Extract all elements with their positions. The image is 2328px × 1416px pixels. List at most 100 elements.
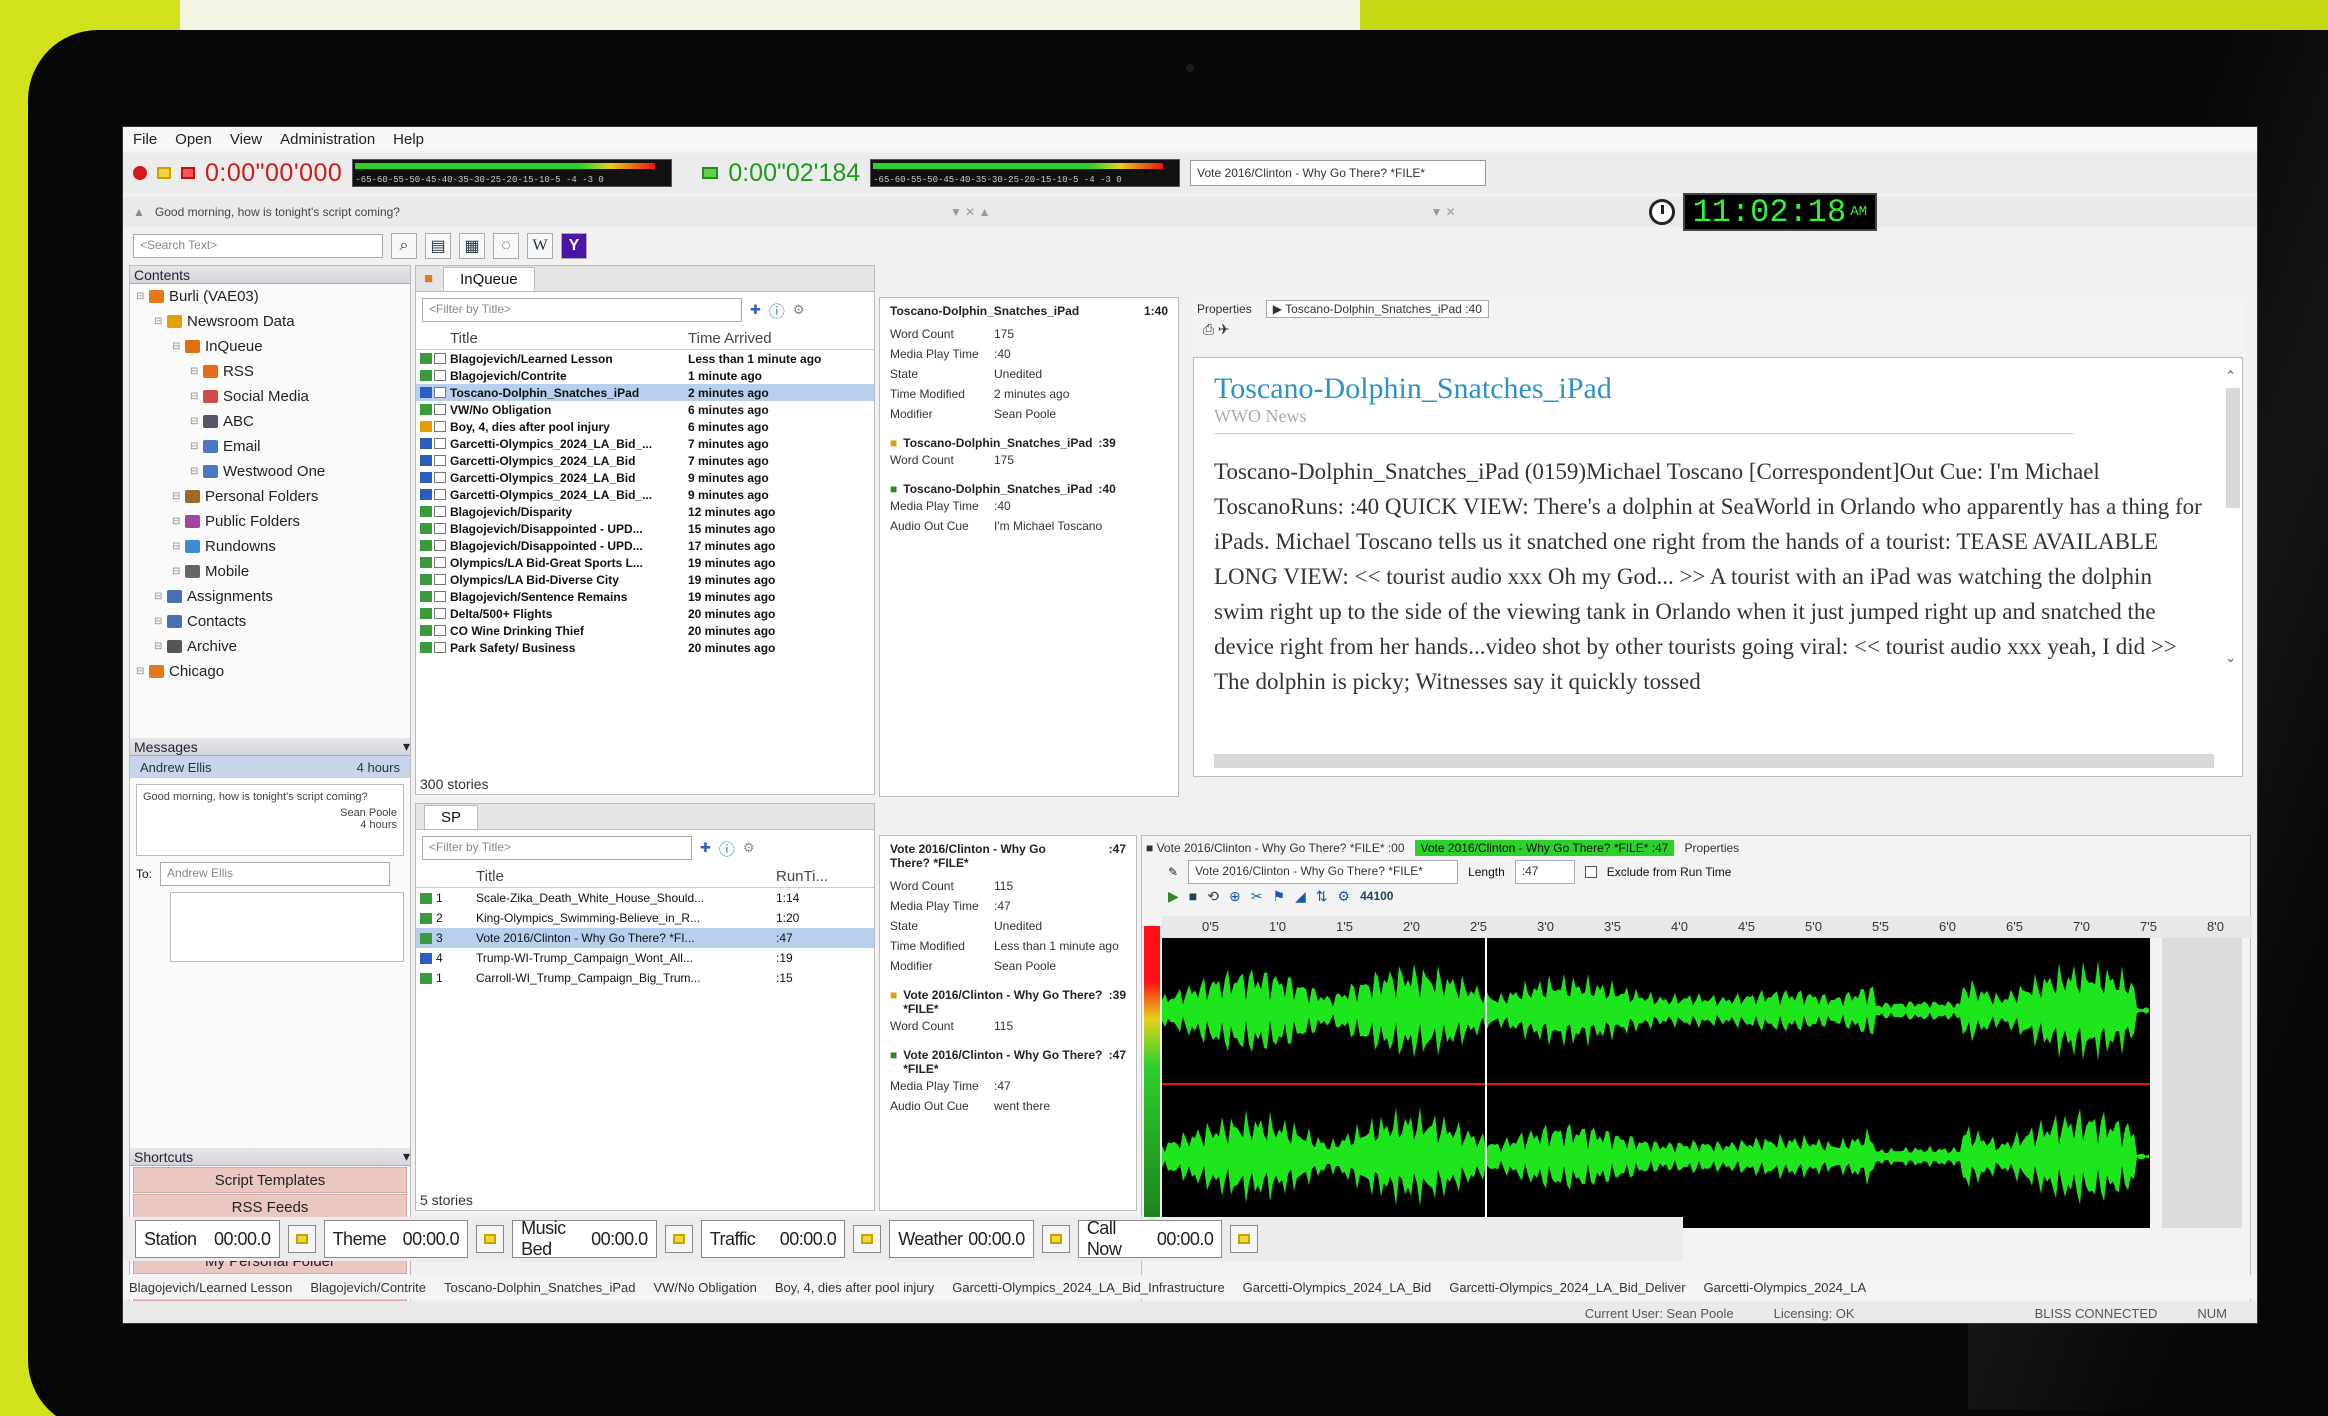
search-icon[interactable]: ⌕ — [391, 233, 417, 259]
search-input[interactable]: <Search Text> — [133, 234, 383, 258]
tree-item[interactable]: ⊟ Social Media — [130, 384, 410, 409]
tree-item[interactable]: ⊟ Burli (VAE03) — [130, 284, 410, 309]
waveform[interactable] — [1162, 938, 2150, 1228]
length-field[interactable]: :47 — [1514, 860, 1575, 884]
properties-label[interactable]: Properties — [1197, 302, 1252, 316]
expand-icon[interactable]: ⊟ — [154, 634, 164, 659]
tree-item[interactable]: ⊟ Rundowns — [130, 534, 410, 559]
table-row[interactable]: 3 Vote 2016/Clinton - Why Go There? *FI..… — [416, 928, 874, 948]
sample-rate[interactable]: 44100 — [1360, 889, 1393, 903]
tree-item[interactable]: ⊟ Archive — [130, 634, 410, 659]
table-row[interactable]: Toscano-Dolphin_Snatches_iPad 2 minutes a… — [416, 384, 874, 401]
open-story-tab[interactable]: Garcetti-Olympics_2024_LA_Bid_Infrastruc… — [952, 1280, 1224, 1295]
col-run-time[interactable]: RunTi... — [776, 868, 828, 885]
record-icon[interactable] — [133, 166, 147, 180]
open-story-tab[interactable]: VW/No Obligation — [653, 1280, 756, 1295]
table-row[interactable]: Blagojevich/Contrite 1 minute ago — [416, 367, 874, 384]
scroll-down-icon[interactable]: ⌄ — [2225, 650, 2236, 666]
globe-icon[interactable]: ◌ — [493, 233, 519, 259]
print-icon[interactable]: ⎙ ✈ — [1193, 321, 2243, 338]
tree-item[interactable]: ⊟ Email — [130, 434, 410, 459]
new-story-icon[interactable]: ✚ — [700, 840, 711, 856]
quick-play-button[interactable] — [853, 1225, 882, 1253]
story-body[interactable]: Toscano-Dolphin_Snatches_iPad (0159)Mich… — [1214, 454, 2204, 754]
tree-item[interactable]: ⊟ Newsroom Data — [130, 309, 410, 334]
open-story-tab[interactable]: Toscano-Dolphin_Snatches_iPad — [444, 1280, 636, 1295]
expand-icon[interactable]: ⊟ — [154, 309, 164, 334]
expand-icon[interactable]: ⊟ — [136, 284, 146, 309]
editor-properties[interactable]: Properties — [1684, 841, 1739, 855]
table-row[interactable]: 4 Trump-WI-Trump_Campaign_Wont_All...:19 — [416, 948, 874, 968]
table-row[interactable]: Blagojevich/Sentence Remains 19 minutes a… — [416, 588, 874, 605]
timeline-ruler[interactable]: 0'5 1'0 1'5 2'0 2'5 3'0 3'5 4'0 4'5 5'0 5'5 6'0 6'5 7… — [1162, 916, 2252, 938]
expand-icon[interactable]: ⊟ — [190, 434, 200, 459]
open-story-tab[interactable]: Blagojevich/Learned Lesson — [129, 1280, 292, 1295]
tools-icon[interactable]: ⚙ — [743, 840, 755, 856]
exclude-checkbox[interactable] — [1584, 866, 1597, 878]
table-row[interactable]: Blagojevich/Disappointed - UPD... 15 minu… — [416, 520, 874, 537]
marker-icon[interactable]: ⚑ — [1272, 888, 1285, 905]
tree-item[interactable]: ⊟ Public Folders — [130, 509, 410, 534]
expand-icon[interactable]: ⊟ — [172, 509, 182, 534]
expand-icon[interactable]: ⊟ — [154, 609, 164, 634]
scroll-up-icon[interactable]: ⌃ — [2225, 368, 2236, 384]
editor-tab-1[interactable]: ■ Vote 2016/Clinton - Why Go There? *FIL… — [1146, 841, 1405, 855]
tools-icon[interactable]: ⚙ — [793, 302, 805, 318]
tree-item[interactable]: ⊟ Mobile — [130, 559, 410, 584]
expand-icon[interactable]: ⊟ — [190, 459, 200, 484]
table-row[interactable]: Olympics/LA Bid-Great Sports L... 19 minu… — [416, 554, 874, 571]
queue-filter-input[interactable]: <Filter by Title> — [422, 298, 742, 322]
tree-item[interactable]: ⊟ Chicago — [130, 659, 410, 684]
tree-item[interactable]: ⊟ Contacts — [130, 609, 410, 634]
properties-tab[interactable]: ▶ Toscano-Dolphin_Snatches_iPad :40 — [1265, 300, 1489, 318]
col-title[interactable]: Title — [450, 330, 688, 347]
normalize-icon[interactable]: ⇅ — [1316, 888, 1328, 905]
table-row[interactable]: Garcetti-Olympics_2024_LA_Bid 7 minutes a… — [416, 452, 874, 469]
menu-view[interactable]: View — [230, 131, 262, 148]
fade-icon[interactable]: ◢ — [1295, 888, 1306, 905]
expand-icon[interactable]: ⊟ — [172, 534, 182, 559]
cut-icon[interactable]: ✂ — [1251, 888, 1263, 905]
message-header[interactable]: Andrew Ellis 4 hours — [130, 756, 410, 778]
table-row[interactable]: Blagojevich/Disappointed - UPD... 17 minu… — [416, 537, 874, 554]
prompt-controls-icon-right[interactable]: ▼ ✕ — [1430, 205, 1455, 219]
table-row[interactable]: Blagojevich/Disparity 12 minutes ago — [416, 503, 874, 520]
table-row[interactable]: CO Wine Drinking Thief 20 minutes ago — [416, 622, 874, 639]
now-playing-field[interactable]: Vote 2016/Clinton - Why Go There? *FILE* — [1190, 160, 1487, 186]
col-time-arrived[interactable]: Time Arrived — [688, 330, 772, 347]
expand-icon[interactable]: ⊟ — [190, 409, 200, 434]
col-title[interactable]: Title — [476, 868, 776, 885]
table-row[interactable]: Park Safety/ Business 20 minutes ago — [416, 639, 874, 656]
table-row[interactable]: 2 King-Olympics_Swimming-Believe_in_R... 1… — [416, 908, 874, 928]
info-icon[interactable]: ⓘ — [719, 836, 735, 860]
horizontal-scrollbar[interactable] — [1214, 754, 2214, 768]
prompt-controls-icon[interactable]: ▼ ✕ ▲ — [950, 205, 990, 219]
table-row[interactable]: Garcetti-Olympics_2024_LA_Bid_... 9 minut… — [416, 486, 874, 503]
open-story-tab[interactable]: Garcetti-Olympics_2024_LA_Bid_Deliver — [1449, 1280, 1685, 1295]
tree-item[interactable]: ⊟ Westwood One — [130, 459, 410, 484]
expand-icon[interactable]: ⊟ — [172, 484, 182, 509]
sp-filter-input[interactable]: <Filter by Title> — [422, 836, 692, 860]
table-row[interactable]: Blagojevich/Learned Lesson Less than 1 mi… — [416, 350, 874, 367]
pin-icon[interactable]: ✎ — [1168, 865, 1178, 879]
tree-item[interactable]: ⊟ Assignments — [130, 584, 410, 609]
open-story-tab[interactable]: Garcetti-Olympics_2024_LA_Bid — [1243, 1280, 1432, 1295]
quick-play-button[interactable] — [1041, 1225, 1070, 1253]
new-story-icon[interactable]: ✚ — [750, 302, 761, 318]
editor-tab-2[interactable]: Vote 2016/Clinton - Why Go There? *FILE*… — [1414, 840, 1675, 856]
stop-icon[interactable]: ■ — [1189, 888, 1197, 904]
grid-icon[interactable]: ▦ — [459, 233, 485, 259]
wikipedia-icon[interactable]: W — [527, 233, 553, 259]
tree-item[interactable]: ⊟ RSS — [130, 359, 410, 384]
table-row[interactable]: Boy, 4, dies after pool injury 6 minutes … — [416, 418, 874, 435]
cart-icon[interactable] — [157, 167, 171, 179]
expand-icon[interactable]: ⊟ — [154, 584, 164, 609]
table-row[interactable]: Delta/500+ Flights 20 minutes ago — [416, 605, 874, 622]
table-row[interactable]: 1 Carroll-WI_Trump_Campaign_Big_Trum...:1… — [416, 968, 874, 988]
tab-inqueue[interactable]: InQueue — [443, 266, 535, 291]
open-story-tab[interactable]: Blagojevich/Contrite — [310, 1280, 426, 1295]
message-body[interactable]: Good morning, how is tonight's script co… — [136, 784, 404, 856]
shortcut-button[interactable]: Script Templates — [133, 1167, 407, 1193]
settings-icon[interactable]: ⚙ — [1338, 888, 1351, 905]
tab-sp[interactable]: SP — [424, 804, 479, 829]
